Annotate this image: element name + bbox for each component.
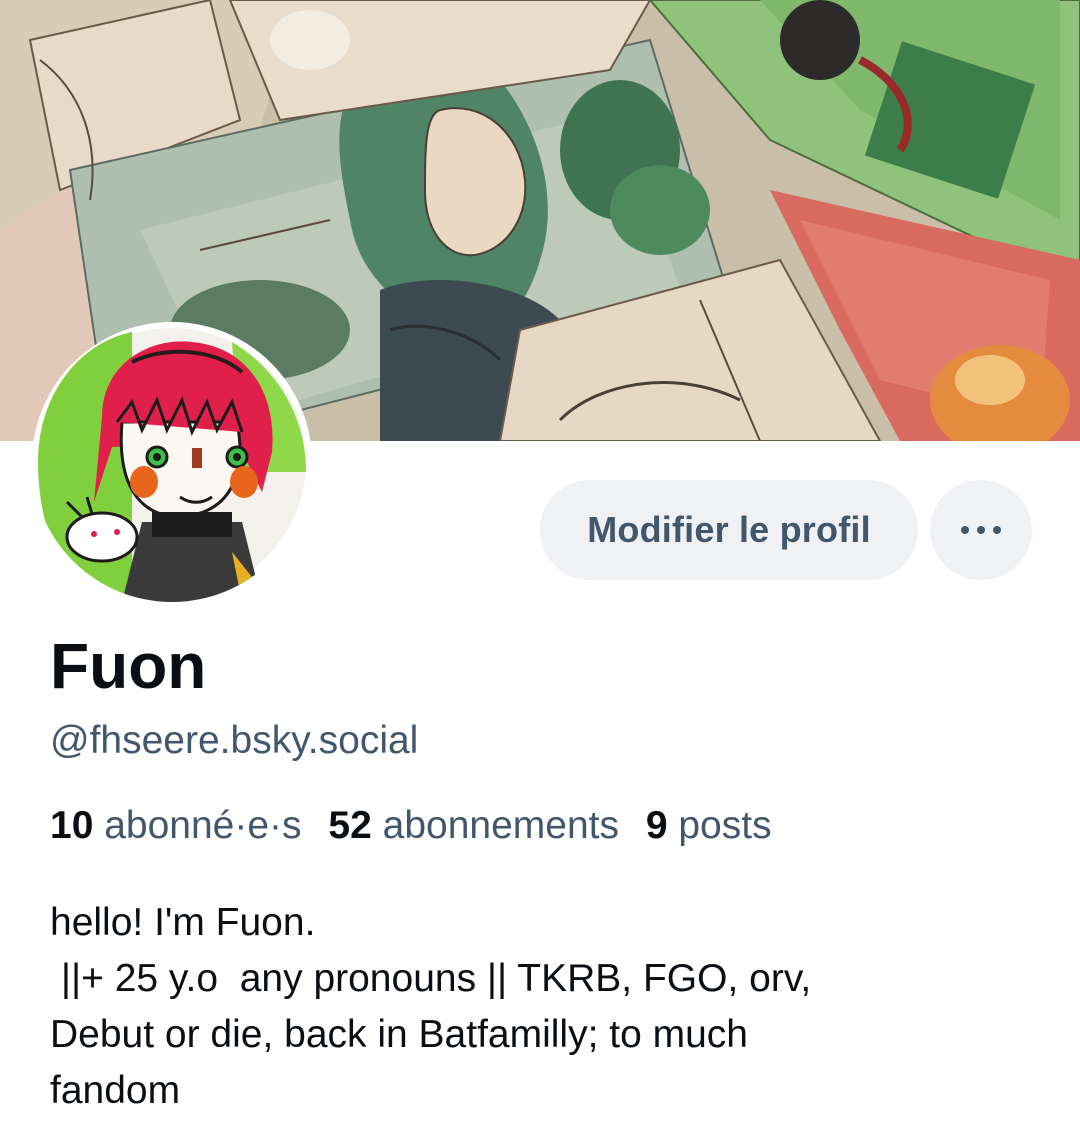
edit-profile-button[interactable]: Modifier le profil <box>540 480 918 580</box>
ellipsis-icon <box>957 526 1005 534</box>
avatar[interactable] <box>32 322 312 602</box>
posts-label: posts <box>678 804 772 847</box>
more-options-button[interactable] <box>930 480 1032 580</box>
following-stat[interactable]: 52 abonnements <box>328 804 619 847</box>
avatar-artwork <box>32 322 312 602</box>
profile-bio: hello! I'm Fuon. ||+ 25 y.o any pronouns… <box>50 895 1040 1119</box>
bio-line: hello! I'm Fuon. <box>50 901 316 944</box>
following-count: 52 <box>328 804 372 847</box>
posts-stat: 9 posts <box>646 804 772 847</box>
bio-line: fandom <box>50 1069 181 1112</box>
edit-profile-label: Modifier le profil <box>587 509 871 550</box>
followers-stat[interactable]: 10 abonné·e·s <box>50 804 302 847</box>
display-name: Fuon <box>50 630 207 702</box>
posts-count: 9 <box>645 804 668 847</box>
followers-count: 10 <box>50 804 94 847</box>
bio-line: ||+ 25 y.o any pronouns || TKRB, FGO, or… <box>50 957 812 1000</box>
user-handle: @fhseere.bsky.social <box>50 719 419 762</box>
following-label: abonnements <box>382 804 619 847</box>
profile-stats: 10 abonné·e·s 52 abonnements 9 posts <box>50 800 772 852</box>
profile-page: Modifier le profil Fuon @fhseere.bsky.so… <box>0 0 1080 1136</box>
bio-line: Debut or die, back in Batfamilly; to muc… <box>50 1013 748 1056</box>
followers-label: abonné·e·s <box>104 804 302 847</box>
